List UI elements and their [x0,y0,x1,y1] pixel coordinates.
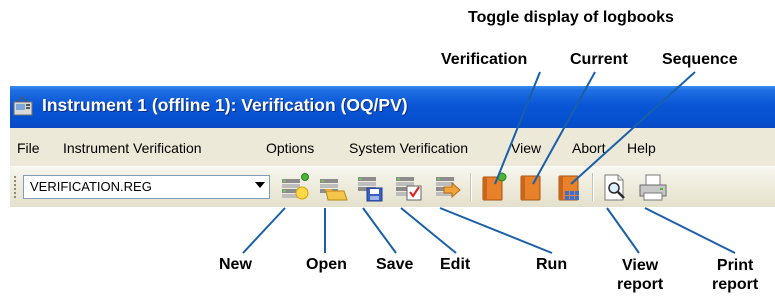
view-report-icon [604,174,625,201]
callout-view-report-line2: report [617,276,664,293]
leader-print-report [644,207,736,254]
window-title: Instrument 1 (offline 1): Verification (… [42,95,408,115]
save-button[interactable] [354,171,388,203]
view-report-button[interactable] [598,171,632,203]
menu-file[interactable]: File [17,140,40,156]
file-select[interactable]: VERIFICATION.REG [23,175,270,199]
callout-view-report-line1: View [622,257,659,274]
toolbar: VERIFICATION.REG [10,166,775,207]
toolbar-grip[interactable] [13,175,17,199]
application-window: Instrument 1 (offline 1): Verification (… [10,86,775,207]
edit-check-icon [396,177,422,201]
run-arrow-icon [436,177,461,199]
callout-print-report: Print report [712,256,758,294]
instrument-app-icon [12,96,36,118]
menu-abort[interactable]: Abort [572,140,605,156]
menu-help[interactable]: Help [627,140,656,156]
menu-options[interactable]: Options [266,140,314,156]
sequence-logbook-button[interactable] [552,171,586,203]
leader-new [242,207,286,254]
callout-toggle-logbooks: Toggle display of logbooks [468,9,674,26]
new-button[interactable] [278,171,312,203]
callout-print-report-line2: report [712,276,759,293]
callout-current: Current [570,51,628,68]
menu-view[interactable]: View [511,140,541,156]
leader-view-report [606,207,640,254]
toolbar-separator [470,173,472,201]
run-button[interactable] [430,171,464,203]
chevron-down-icon[interactable] [255,182,265,188]
print-report-icon [639,174,667,201]
print-report-button[interactable] [636,171,670,203]
open-button[interactable] [316,171,350,203]
logbook-current-icon [520,175,541,201]
edit-button[interactable] [392,171,426,203]
verification-logbook-button[interactable] [476,171,510,203]
menu-instrument-verification[interactable]: Instrument Verification [63,140,202,156]
callout-view-report: View report [617,256,663,294]
leader-run [439,207,553,254]
callout-print-report-line1: Print [716,257,754,274]
callout-new: New [219,256,252,273]
callout-save: Save [376,256,414,273]
current-logbook-button[interactable] [514,171,548,203]
callout-sequence: Sequence [662,51,738,68]
logbook-sequence-icon [558,175,579,201]
new-file-icon [282,173,309,200]
callout-verification: Verification [441,51,528,68]
save-disk-icon [358,177,383,202]
callout-open: Open [306,256,347,273]
logbook-verification-icon [482,172,507,201]
menu-bar: File Instrument Verification Options Sys… [10,128,775,166]
file-select-value: VERIFICATION.REG [30,179,152,194]
menu-system-verification[interactable]: System Verification [349,140,468,156]
leader-save [362,207,397,254]
toolbar-separator [592,173,594,201]
callout-run: Run [536,256,568,273]
title-bar[interactable]: Instrument 1 (offline 1): Verification (… [10,86,775,128]
callout-edit: Edit [440,256,471,273]
open-folder-icon [320,179,348,201]
leader-edit [400,207,457,254]
